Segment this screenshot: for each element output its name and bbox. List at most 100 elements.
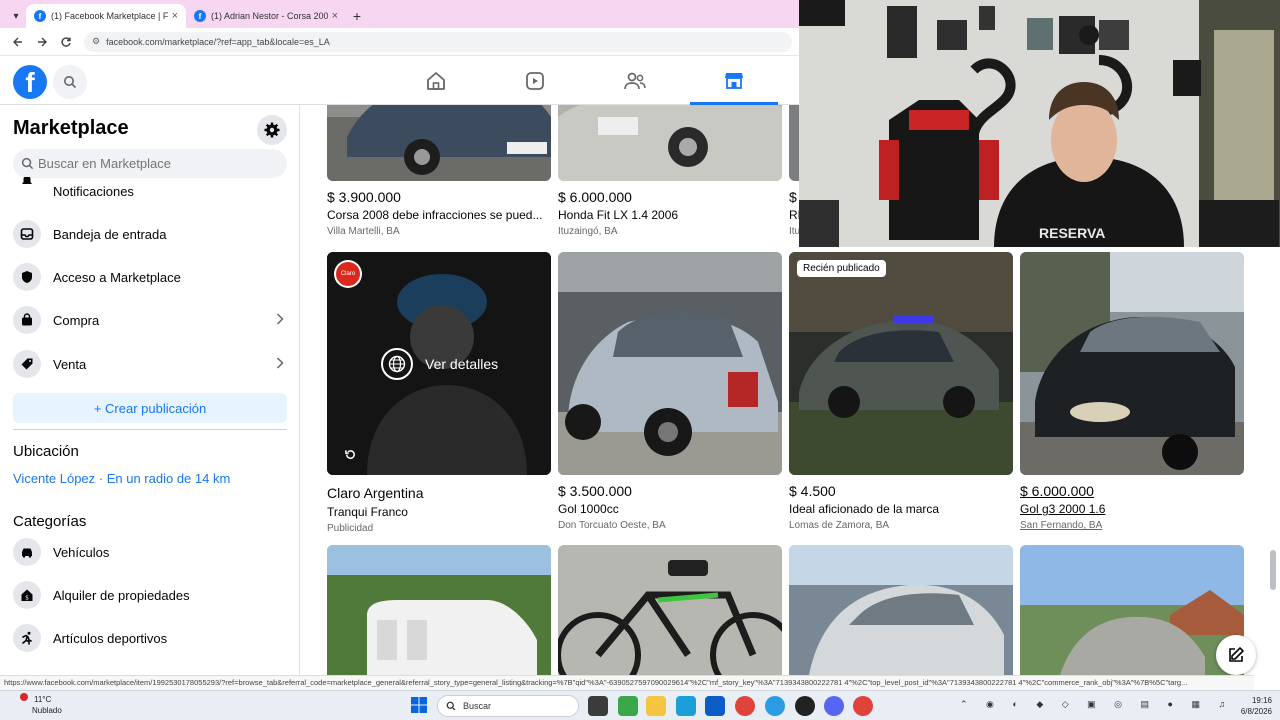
home-nav-icon[interactable] (388, 57, 484, 105)
new-message-button[interactable] (1216, 635, 1256, 675)
temperature: 11°C (34, 695, 52, 704)
mail-icon[interactable] (705, 696, 725, 716)
start-button[interactable] (410, 696, 430, 716)
facebook-logo-icon[interactable]: f (13, 65, 47, 99)
create-listing-button[interactable]: + Crear publicación (13, 393, 287, 423)
listing-location: Lomas de Zamora, BA (789, 520, 890, 531)
clock-time: 19:16 (1251, 696, 1272, 705)
scrollbar-thumb[interactable] (1270, 550, 1276, 590)
sidebar-item-label: Artículos deportivos (53, 630, 168, 646)
listing-card[interactable] (789, 545, 1013, 675)
weather-widget[interactable]: 11°C Nublado (18, 694, 62, 716)
friends-nav-icon[interactable] (587, 57, 683, 105)
widgets-app-icon[interactable] (618, 696, 638, 716)
claro-logo-text: Claro (336, 262, 360, 286)
sponsored-ad-card[interactable]: Claro Ver detalles Claro Argentina Tranq… (327, 252, 551, 534)
facebook-favicon-icon: f (34, 10, 46, 22)
sidebar-item-vehiculos[interactable]: Vehículos (13, 534, 288, 570)
webcam-overlay: RESERVA (799, 0, 1280, 247)
sidebar-item-deportes[interactable]: Artículos deportivos (13, 620, 288, 656)
browser-tab-marketplace[interactable]: f (1) Facebook Marketplace | Face × (26, 4, 186, 28)
new-tab-button[interactable]: + (346, 4, 368, 28)
sidebar-item-compra[interactable]: Compra (13, 302, 288, 338)
system-tray-icons[interactable]: ⌃ ◉ ◐ ◆ ◇ ▣ ◎ ▤ ● ▦ ♫ (960, 699, 1233, 710)
listing-card[interactable]: $ 3.500.000 Gol 1000cc Don Torcuato Oest… (558, 252, 782, 531)
divider (13, 429, 287, 430)
shopping-bag-icon (13, 306, 41, 334)
clock[interactable]: 19:16 6/8/2026 (1220, 695, 1272, 717)
sidebar-item-notificaciones[interactable]: Notificaciones (13, 177, 288, 203)
chrome-icon[interactable] (735, 696, 755, 716)
listing-card[interactable] (1020, 545, 1244, 675)
clock-date: 6/8/2026 (1240, 707, 1272, 716)
sidebar-item-label: Notificaciones (53, 184, 134, 199)
listing-photo[interactable] (327, 105, 551, 181)
tab-close-icon[interactable]: × (332, 10, 338, 22)
compose-icon (1229, 647, 1244, 662)
listing-photo[interactable] (789, 545, 1013, 675)
listing-title: Ideal aficionado de la marca (789, 502, 940, 516)
facebook-header: f (0, 57, 800, 105)
marketplace-nav-icon[interactable] (690, 57, 778, 105)
taskbar-search[interactable]: Buscar (437, 695, 579, 717)
search-input[interactable] (38, 156, 268, 171)
replay-icon[interactable] (344, 448, 357, 466)
obs-icon[interactable] (795, 696, 815, 716)
search-button[interactable] (53, 65, 87, 99)
site-info-icon[interactable]: ⚙ (92, 36, 100, 47)
listing-card[interactable]: Recién publicado $ 4.500 Ideal aficionad… (789, 252, 1013, 531)
ver-detalles-button[interactable]: Ver detalles (381, 348, 498, 380)
forward-button[interactable] (30, 30, 54, 54)
listing-photo[interactable] (558, 545, 782, 675)
reload-button[interactable] (54, 30, 78, 54)
sidebar-item-access[interactable]: Acceso a Marketplace (13, 259, 288, 295)
listing-location: Ituzaingó, BA (558, 226, 618, 237)
sidebar-item-label: Acceso a Marketplace (53, 269, 181, 285)
address-bar: ⚙ facebook.com/marketplace/?ref=app_tab&… (0, 28, 800, 56)
listing-photo[interactable] (558, 252, 782, 475)
task-view-icon[interactable] (588, 696, 608, 716)
listing-photo[interactable]: Recién publicado (789, 252, 1013, 475)
globe-icon (381, 348, 413, 380)
chevron-right-icon (276, 312, 284, 328)
listing-card[interactable]: $ 6.000.000 Honda Fit LX 1.4 2006 Ituzai… (558, 105, 782, 237)
listing-photo[interactable] (327, 545, 551, 675)
sidebar-item-inbox[interactable]: Bandeja de entrada (13, 216, 288, 252)
sidebar-item-alquiler[interactable]: $ Alquiler de propiedades (13, 577, 288, 613)
chrome-active-icon[interactable] (853, 696, 873, 716)
file-explorer-icon[interactable] (646, 696, 666, 716)
video-nav-icon[interactable] (487, 57, 583, 105)
search-icon (21, 157, 34, 170)
back-button[interactable] (6, 30, 30, 54)
listing-card[interactable] (558, 545, 782, 675)
listing-card[interactable]: $ 3.900.000 Corsa 2008 debe infracciones… (327, 105, 551, 237)
url-field[interactable]: ⚙ facebook.com/marketplace/?ref=app_tab&… (84, 31, 792, 52)
listing-photo[interactable] (1020, 545, 1244, 675)
listing-photo[interactable] (558, 105, 782, 181)
listing-price: $ 6.000.000 (558, 189, 632, 205)
sidebar-item-venta[interactable]: Venta (13, 346, 288, 382)
edge-icon[interactable] (765, 696, 785, 716)
taskbar-search-label: Buscar (463, 701, 492, 711)
listing-card[interactable]: $ 6.000.000 Gol g3 2000 1.6 San Fernando… (1020, 252, 1244, 531)
svg-text:$: $ (25, 595, 29, 602)
tab-close-icon[interactable]: × (172, 10, 178, 22)
ad-photo[interactable]: Claro Ver detalles (327, 252, 551, 475)
location-heading: Ubicación (13, 443, 79, 460)
marketplace-sidebar: Marketplace Notificaciones Bandeja de en… (0, 105, 300, 675)
store-icon[interactable] (676, 696, 696, 716)
shield-icon (13, 263, 41, 291)
listing-title: Gol g3 2000 1.6 (1020, 502, 1106, 516)
listing-photo[interactable] (1020, 252, 1244, 475)
tag-icon (13, 350, 41, 378)
sidebar-item-label: Bandeja de entrada (53, 226, 167, 242)
tab-list-menu-icon[interactable]: ▾ (6, 4, 26, 28)
browser-tab-corsa[interactable]: f (1) Adrian Nestor - Corsa 2008 d × (186, 4, 346, 28)
cta-label: Ver detalles (425, 356, 499, 372)
sidebar-item-label: Vehículos (53, 544, 110, 560)
marketplace-search[interactable] (13, 149, 287, 178)
discord-icon[interactable] (824, 696, 844, 716)
location-filter-link[interactable]: Vicente López · En un radio de 14 km (13, 471, 230, 486)
settings-button[interactable] (257, 115, 287, 145)
listing-card[interactable] (327, 545, 551, 675)
